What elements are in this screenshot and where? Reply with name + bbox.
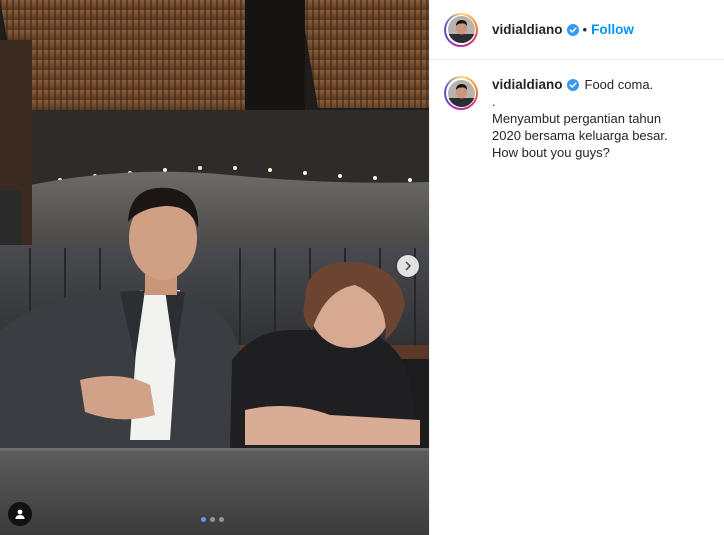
avatar-border	[446, 14, 476, 45]
post-photo[interactable]	[0, 0, 429, 535]
caption-avatar-image	[447, 79, 475, 107]
author-username[interactable]: vidialdiano	[492, 22, 563, 37]
carousel-indicator	[201, 517, 224, 522]
avatar-image	[447, 16, 475, 43]
header-separator: •	[582, 22, 588, 37]
avatar[interactable]	[444, 12, 478, 47]
chevron-right-icon	[405, 261, 411, 271]
caption: vidialdiano Food coma. . Menyambut perga…	[430, 60, 724, 161]
caption-title: Food coma.	[584, 77, 654, 92]
user-tag-icon	[15, 509, 25, 519]
verified-badge-icon	[566, 23, 579, 36]
caption-text: Menyambut pergantian tahun 2020 bersama …	[492, 111, 668, 160]
caption-body: vidialdiano Food coma. . Menyambut perga…	[492, 76, 692, 161]
follow-button[interactable]: Follow	[591, 22, 634, 37]
caption-first-line: vidialdiano Food coma.	[492, 76, 692, 93]
carousel-dot	[201, 517, 206, 522]
carousel-dot	[219, 517, 224, 522]
caption-avatar-border	[446, 78, 476, 108]
instagram-post: vidialdiano • Follow vidialdiano Food co…	[0, 0, 724, 535]
post-header: vidialdiano • Follow	[430, 0, 724, 60]
user-tag-button[interactable]	[8, 502, 32, 526]
caption-dot: .	[492, 94, 496, 109]
verified-badge-icon	[566, 78, 579, 91]
caption-username[interactable]: vidialdiano	[492, 76, 563, 93]
carousel-next-button[interactable]	[397, 255, 419, 277]
caption-avatar[interactable]	[444, 76, 478, 110]
post-side-panel: vidialdiano • Follow vidialdiano Food co…	[429, 0, 724, 535]
photo-illustration	[0, 0, 429, 535]
carousel-dot	[210, 517, 215, 522]
